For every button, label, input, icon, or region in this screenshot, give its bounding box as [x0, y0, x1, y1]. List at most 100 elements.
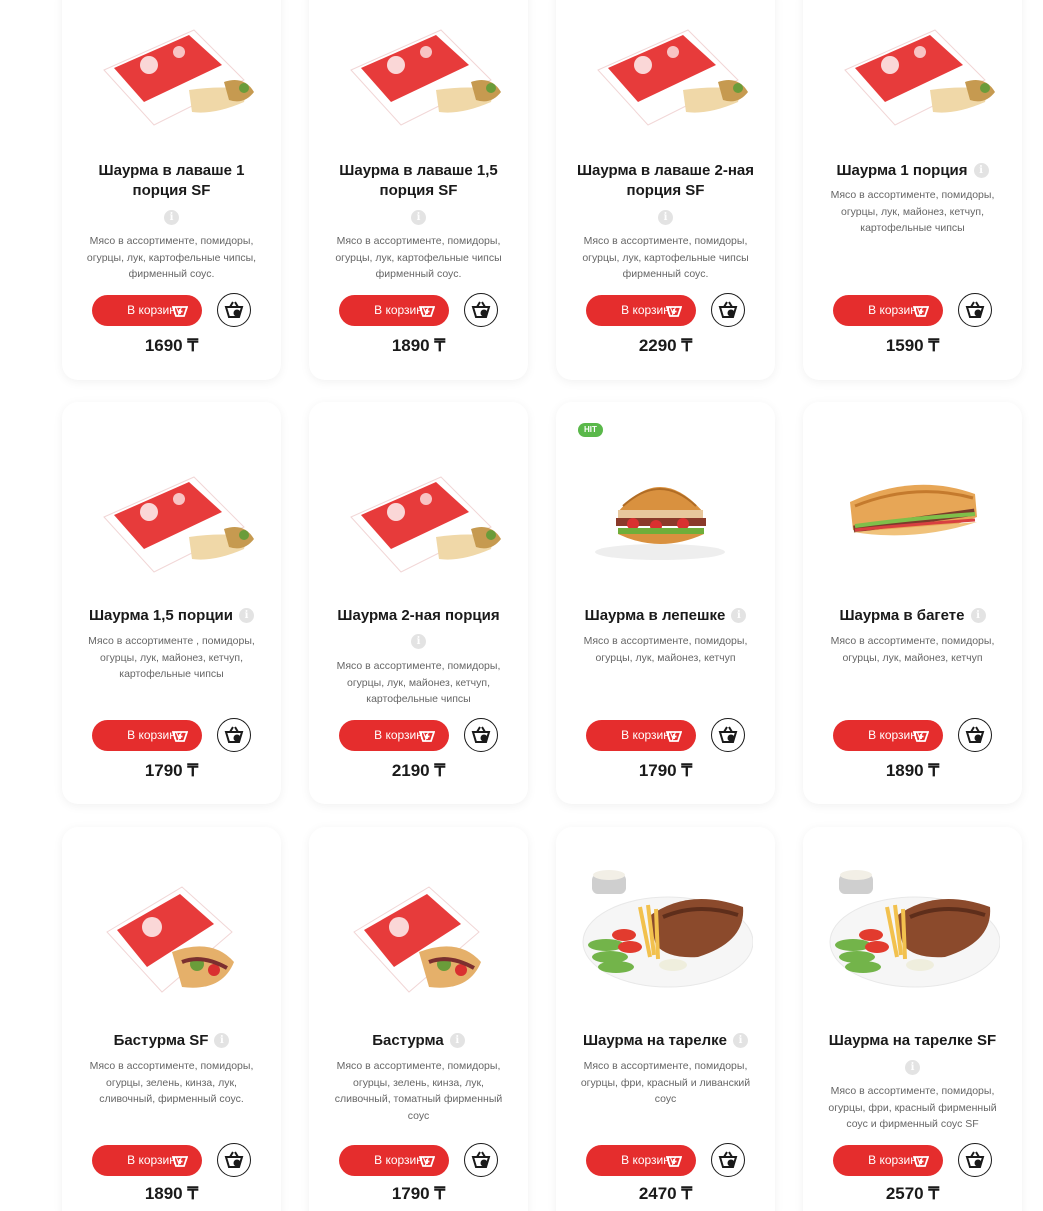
basket-icon: [471, 301, 491, 318]
cart-plus-icon: [913, 731, 929, 742]
basket-icon: [224, 301, 244, 318]
product-price: 1890 ₸: [144, 1184, 199, 1203]
product-card: Шаурма в лаваше 1 порция SF i Мясо в асс…: [62, 0, 281, 380]
product-image[interactable]: [84, 422, 259, 592]
info-icon[interactable]: i: [970, 608, 986, 623]
quick-order-button[interactable]: [958, 718, 992, 752]
quick-order-button[interactable]: [217, 718, 251, 752]
product-price: 1790 ₸: [144, 761, 199, 780]
product-card: Шаурма 1 порция i Мясо в ассортименте, по…: [803, 0, 1022, 380]
add-to-cart-button[interactable]: В корзину: [586, 720, 696, 751]
product-description: Мясо в ассортименте , помидоры, огурцы, …: [88, 635, 255, 680]
cart-plus-icon: [172, 731, 188, 742]
product-image[interactable]: [825, 847, 1000, 1017]
product-card: Шаурма на тарелке SF i Мясо в ассортимен…: [803, 827, 1022, 1211]
product-card: Шаурма 2-ная порция i Мясо в ассортимент…: [309, 402, 528, 804]
product-price: 1790 ₸: [638, 761, 693, 780]
basket-icon: [718, 301, 738, 318]
info-icon[interactable]: i: [731, 608, 747, 623]
add-to-cart-button[interactable]: В корзину: [339, 720, 449, 751]
product-price: 2570 ₸: [885, 1184, 940, 1203]
quick-order-button[interactable]: [464, 293, 498, 327]
quick-order-button[interactable]: [711, 1143, 745, 1177]
product-title[interactable]: Шаурма в багете: [839, 607, 964, 624]
product-title-row: Бастурма i: [321, 1031, 516, 1051]
product-image[interactable]: [825, 422, 1000, 592]
product-title[interactable]: Бастурма SF: [114, 1032, 209, 1049]
add-to-cart-button[interactable]: В корзину: [92, 720, 202, 751]
info-icon[interactable]: i: [733, 1033, 749, 1048]
product-image[interactable]: [84, 0, 259, 170]
product-card: Шаурма в лаваше 1,5 порция SF i Мясо в а…: [309, 0, 528, 380]
product-image[interactable]: [825, 0, 1000, 170]
info-icon[interactable]: i: [973, 163, 989, 178]
product-title-row: Шаурма на тарелке i: [568, 1031, 763, 1051]
basket-icon: [965, 301, 985, 318]
info-icon[interactable]: i: [214, 1033, 230, 1048]
product-image[interactable]: [578, 0, 753, 170]
add-to-cart-button[interactable]: В корзину: [92, 295, 202, 326]
product-title-row: Шаурма 1,5 порции i: [74, 606, 269, 626]
quick-order-button[interactable]: [958, 1143, 992, 1177]
add-to-cart-button[interactable]: В корзину: [833, 295, 943, 326]
product-description: Мясо в ассортименте, помидоры, огурцы, л…: [830, 635, 995, 664]
basket-icon: [965, 726, 985, 743]
info-icon[interactable]: i: [164, 210, 179, 225]
quick-order-button[interactable]: [958, 293, 992, 327]
product-image[interactable]: [578, 442, 753, 612]
info-icon[interactable]: i: [411, 210, 426, 225]
info-icon[interactable]: i: [411, 634, 426, 649]
product-card: Шаурма в багете i Мясо в ассортименте, по…: [803, 402, 1022, 804]
product-title[interactable]: Бастурма: [372, 1032, 444, 1049]
quick-order-button[interactable]: [711, 718, 745, 752]
product-image[interactable]: [84, 847, 259, 1017]
product-image[interactable]: [331, 422, 506, 592]
basket-icon: [224, 1151, 244, 1168]
info-icon[interactable]: i: [905, 1060, 920, 1075]
product-image[interactable]: [331, 0, 506, 170]
product-title[interactable]: Шаурма в лаваше 1 порция SF: [74, 161, 269, 201]
add-to-cart-button[interactable]: В корзину: [339, 1145, 449, 1176]
cart-plus-icon: [419, 731, 435, 742]
product-card: Бастурма i Мясо в ассортименте, помидоры,…: [309, 827, 528, 1211]
product-title[interactable]: Шаурма 1,5 порции: [89, 607, 233, 624]
product-price: 2190 ₸: [391, 761, 446, 780]
add-to-cart-button[interactable]: В корзину: [92, 1145, 202, 1176]
add-to-cart-button[interactable]: В корзину: [339, 295, 449, 326]
product-image[interactable]: [331, 847, 506, 1017]
basket-icon: [718, 1151, 738, 1168]
info-icon[interactable]: i: [239, 608, 254, 623]
product-title[interactable]: Шаурма 1 порция: [836, 162, 967, 179]
product-title[interactable]: Шаурма 2-ная порция: [321, 606, 516, 626]
info-icon[interactable]: i: [449, 1033, 465, 1048]
basket-icon: [718, 726, 738, 743]
product-title[interactable]: Шаурма в лаваше 1,5 порция SF: [321, 161, 516, 201]
product-image[interactable]: [578, 847, 753, 1017]
cart-plus-icon: [419, 306, 435, 317]
quick-order-button[interactable]: [711, 293, 745, 327]
product-title[interactable]: Шаурма на тарелке SF: [815, 1031, 1010, 1051]
quick-order-button[interactable]: [217, 1143, 251, 1177]
cart-plus-icon: [913, 1156, 929, 1167]
product-price: 1890 ₸: [885, 761, 940, 780]
quick-order-button[interactable]: [464, 1143, 498, 1177]
product-description: Мясо в ассортименте, помидоры, огурцы, л…: [583, 635, 748, 664]
add-to-cart-button[interactable]: В корзину: [586, 1145, 696, 1176]
product-title[interactable]: Шаурма в лаваше 2-ная порция SF: [568, 161, 763, 201]
product-description: Мясо в ассортименте, помидоры, огурцы, л…: [582, 235, 749, 280]
product-title-row: Шаурма в багете i: [815, 606, 1010, 626]
add-to-cart-button[interactable]: В корзину: [833, 1145, 943, 1176]
product-title[interactable]: Шаурма в лепешке: [585, 607, 726, 624]
quick-order-button[interactable]: [217, 293, 251, 327]
product-card: Шаурма 1,5 порции i Мясо в ассортименте ,…: [62, 402, 281, 804]
product-title-row: Шаурма в лепешке i: [568, 606, 763, 626]
basket-icon: [471, 1151, 491, 1168]
add-to-cart-button[interactable]: В корзину: [833, 720, 943, 751]
info-icon[interactable]: i: [658, 210, 673, 225]
quick-order-button[interactable]: [464, 718, 498, 752]
product-title[interactable]: Шаурма на тарелке: [583, 1032, 727, 1049]
add-to-cart-button[interactable]: В корзину: [586, 295, 696, 326]
cart-plus-icon: [666, 1156, 682, 1167]
cart-plus-icon: [913, 306, 929, 317]
cart-plus-icon: [172, 306, 188, 317]
